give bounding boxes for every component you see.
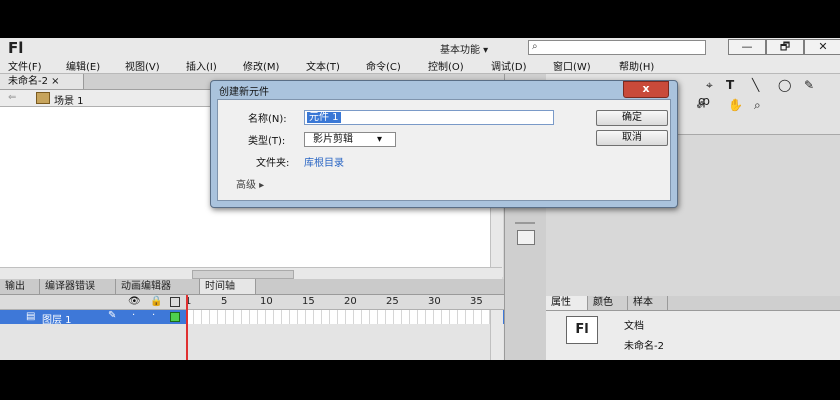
menu-debug[interactable]: 调试(D) <box>491 58 527 73</box>
help-search-input[interactable]: ⌕ <box>528 40 706 55</box>
frame-number: 20 <box>344 296 357 307</box>
tab-color[interactable]: 颜色 <box>588 296 628 310</box>
menu-modify[interactable]: 修改(M) <box>243 58 279 73</box>
document-tab[interactable]: 未命名-2 × <box>0 74 84 89</box>
name-label: 名称(N): <box>248 114 287 125</box>
create-symbol-dialog: 创建新元件 x 名称(N): 元件 1 类型(T): 影片剪辑 ▾ 文件夹: 库… <box>210 80 678 208</box>
dot-icon[interactable]: · <box>152 310 155 321</box>
menu-control[interactable]: 控制(O) <box>428 58 464 73</box>
lock-icon[interactable]: 🔒 <box>150 296 162 307</box>
brush-tool-icon[interactable]: ✐ <box>696 98 706 112</box>
layer-name[interactable]: 图层 1 <box>42 311 72 326</box>
cancel-button[interactable]: 取消 <box>596 130 668 146</box>
library-panel-icon[interactable] <box>517 230 535 245</box>
timeline-scrollbar[interactable] <box>490 310 503 360</box>
document-icon: Fl <box>566 316 598 344</box>
frame-number: 15 <box>302 296 315 307</box>
tab-timeline[interactable]: 时间轴 <box>200 279 256 294</box>
tab-output[interactable]: 输出 <box>0 279 40 294</box>
pencil-tool-icon[interactable]: ✎ <box>804 78 814 92</box>
menu-window[interactable]: 窗口(W) <box>553 58 591 73</box>
properties-tab-bar: 属性 颜色 样本 <box>546 296 840 311</box>
symbol-name-input[interactable]: 元件 1 <box>304 110 554 125</box>
text-tool-icon[interactable]: T <box>726 78 734 92</box>
minimize-button[interactable]: — <box>728 39 766 55</box>
hand-tool-icon[interactable]: ✋ <box>728 98 743 112</box>
menu-view[interactable]: 视图(V) <box>125 58 160 73</box>
layer-icon: ▤ <box>26 311 36 322</box>
frame-number: 10 <box>260 296 273 307</box>
symbol-name-value: 元件 1 <box>307 112 341 123</box>
search-icon: ⌕ <box>532 41 538 52</box>
frame-number: 25 <box>386 296 399 307</box>
scene-label[interactable]: 场景 1 <box>54 92 84 107</box>
playhead[interactable] <box>186 295 188 360</box>
tab-compiler-errors[interactable]: 编译器错误 <box>40 279 116 294</box>
line-tool-icon[interactable]: ╲ <box>752 78 759 92</box>
tab-motion-editor[interactable]: 动画编辑器 <box>116 279 200 294</box>
menu-insert[interactable]: 插入(I) <box>186 58 217 73</box>
timeline-header: 👁 🔒 1 5 10 15 20 25 30 35 <box>0 295 504 310</box>
ok-button[interactable]: 确定 <box>596 110 668 126</box>
document-type-label: 文档 <box>624 321 644 332</box>
dot-icon[interactable]: · <box>132 310 135 321</box>
dialog-body: 名称(N): 元件 1 类型(T): 影片剪辑 ▾ 文件夹: 库根目录 高级 ▸… <box>217 99 671 201</box>
grip-divider <box>515 222 535 224</box>
tab-swatches[interactable]: 样本 <box>628 296 668 310</box>
folder-link[interactable]: 库根目录 <box>304 154 344 169</box>
layer-color-icon[interactable] <box>170 312 180 322</box>
chevron-down-icon: ▾ <box>377 134 383 145</box>
outline-icon[interactable] <box>170 297 180 307</box>
menu-edit[interactable]: 编辑(E) <box>66 58 100 73</box>
restore-button[interactable]: 🗗 <box>766 39 804 55</box>
frame-number: 30 <box>428 296 441 307</box>
menu-help[interactable]: 帮助(H) <box>619 58 654 73</box>
zoom-tool-icon[interactable]: ⌕ <box>754 98 761 113</box>
scroll-thumb[interactable] <box>192 270 294 279</box>
document-name: 未命名-2 <box>624 341 664 352</box>
scene-clapper-icon <box>36 92 50 104</box>
menu-file[interactable]: 文件(F) <box>8 58 42 73</box>
folder-label: 文件夹: <box>256 158 290 169</box>
timeline-panel: 👁 🔒 1 5 10 15 20 25 30 35 ▤ 图层 1 ✎ · · <box>0 295 504 360</box>
bottom-panel-tabs: 输出 编译器错误 动画编辑器 时间轴 <box>0 279 504 295</box>
tab-properties[interactable]: 属性 <box>546 296 588 310</box>
symbol-type-value: 影片剪辑 <box>313 134 353 145</box>
type-label: 类型(T): <box>248 136 286 147</box>
frame-cells[interactable] <box>186 310 490 324</box>
title-bar: Fl 基本功能 ▾ ⌕ — 🗗 ✕ <box>0 38 840 57</box>
oval-tool-icon[interactable]: ◯ <box>778 78 791 92</box>
properties-panel: Fl 文档 未命名-2 <box>546 311 840 360</box>
advanced-toggle[interactable]: 高级 ▸ <box>236 176 264 191</box>
menu-commands[interactable]: 命令(C) <box>366 58 401 73</box>
close-window-button[interactable]: ✕ <box>804 39 840 55</box>
frame-number: 5 <box>221 296 228 307</box>
back-arrow-icon[interactable]: ⇐ <box>8 92 16 103</box>
menu-bar: 文件(F) 编辑(E) 视图(V) 插入(I) 修改(M) 文本(T) 命令(C… <box>0 56 840 74</box>
workspace-switcher[interactable]: 基本功能 ▾ <box>440 41 488 56</box>
eye-icon[interactable]: 👁 <box>128 296 141 307</box>
dialog-title: 创建新元件 <box>219 87 269 98</box>
frame-number: 35 <box>470 296 483 307</box>
pencil-icon: ✎ <box>108 310 117 321</box>
menu-text[interactable]: 文本(T) <box>306 58 340 73</box>
flash-window: Fl 基本功能 ▾ ⌕ — 🗗 ✕ 文件(F) 编辑(E) 视图(V) 插入(I… <box>0 38 840 360</box>
flash-logo: Fl <box>8 39 24 57</box>
symbol-type-select[interactable]: 影片剪辑 ▾ <box>304 132 396 147</box>
dialog-close-button[interactable]: x <box>623 81 669 98</box>
deco-icon[interactable]: ⌖ <box>706 78 713 93</box>
